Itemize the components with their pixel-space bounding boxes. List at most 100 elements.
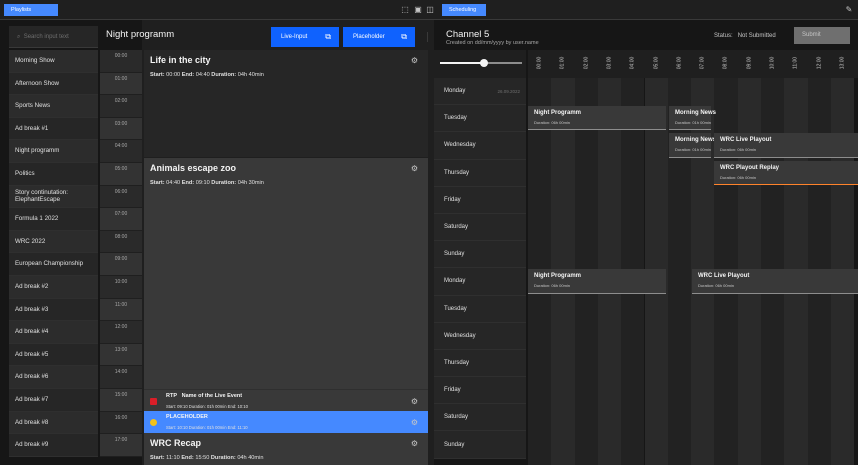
time-slot: 13:00	[100, 343, 142, 367]
playlist-item[interactable]: European Championship	[9, 253, 98, 276]
edit-icon[interactable]: ✎	[844, 5, 854, 15]
playlist-item[interactable]: Politics	[9, 162, 98, 186]
day-row[interactable]: Monday	[434, 268, 526, 296]
day-row[interactable]: Thursday	[434, 159, 526, 187]
day-name: Tuesday	[444, 115, 467, 122]
playlist-item[interactable]: Ad break #8	[9, 411, 98, 435]
schedule-block[interactable]: Morning News Duration: 01h 00min	[669, 133, 716, 158]
hour-label: 12:00	[816, 56, 823, 70]
playlist-item[interactable]: Night programm	[9, 140, 98, 163]
playlist-item[interactable]: Ad break #2	[9, 275, 98, 299]
playlist-item[interactable]: Ad break #7	[9, 388, 98, 412]
duration-label: Duration:	[211, 72, 237, 78]
timeline-times: 00:00 01:00 02:00 03:00 04:00 05:00 06:00 07:00…	[100, 50, 142, 457]
day-row[interactable]: Friday	[434, 186, 526, 214]
playlist-item[interactable]: Ad break #9	[9, 434, 98, 457]
playlist-item[interactable]: Ad break #6	[9, 366, 98, 389]
day-list: Monday 26.09.2022 Tuesday Wednesday Thursday…	[434, 78, 526, 459]
program-block[interactable]: Life in the city Start: 00:00 End: 04:40…	[144, 50, 428, 157]
hour-header: 00:00 01:00 02:00 03:00 04:00 05:00 06:00 07:00…	[528, 50, 858, 78]
day-name: Wednesday	[444, 332, 476, 339]
playlist-title: Night programm	[106, 29, 175, 40]
schedule-title: WRC Live Playout	[720, 137, 772, 144]
live-input-button[interactable]: Live-Input ⧉	[271, 27, 339, 47]
time-slot: 01:00	[100, 72, 142, 96]
time-slot: 11:00	[100, 298, 142, 322]
gear-icon[interactable]: ⚙	[411, 439, 418, 448]
day-row[interactable]: Wednesday	[434, 132, 526, 160]
program-block[interactable]: Animals escape zoo Start: 04:40 End: 09:…	[144, 158, 428, 389]
hour-label: 05:00	[653, 56, 660, 70]
time-slot: 06:00	[100, 185, 142, 209]
gear-icon[interactable]: ⚙	[411, 418, 418, 427]
live-tag: RTP	[166, 393, 177, 399]
time-slot: 16:00	[100, 411, 142, 435]
day-row[interactable]: Saturday	[434, 213, 526, 242]
playlist-item[interactable]: Afternoon Show	[9, 72, 98, 96]
playlist-item[interactable]: Ad break #5	[9, 343, 98, 367]
placeholder-event[interactable]: PLACEHOLDER Start: 10:10 Duration: 01h 0…	[144, 411, 428, 433]
schedule-duration: Duration: 06h 00min	[534, 283, 571, 289]
playlist-item[interactable]: Formula 1 2022	[9, 208, 98, 231]
scheduling-tab[interactable]: Scheduling	[442, 4, 486, 16]
playlist-item[interactable]: Ad break #1	[9, 117, 98, 141]
schedule-block[interactable]: WRC Live Playout Duration: 06h 00min	[714, 133, 858, 158]
schedule-block[interactable]: Night Programm Duration: 06h 00min	[528, 106, 666, 131]
channel-title: Channel 5	[446, 29, 490, 40]
day-row[interactable]: Sunday	[434, 431, 526, 459]
placeholder-event-info: Start: 10:10 Duration: 01h 00min End: 11…	[166, 425, 248, 430]
playlist-item[interactable]: WRC 2022	[9, 230, 98, 254]
program-block[interactable]: WRC Recap Start: 11:10 End: 15:50 Durati…	[144, 433, 428, 465]
schedule-duration: Duration: 06h 00min	[720, 174, 757, 180]
start-label: Start:	[150, 72, 165, 78]
day-row[interactable]: Sunday	[434, 241, 526, 269]
status-value: Not Submitted	[737, 33, 776, 39]
schedule-title: WRC Live Playout	[698, 273, 750, 280]
hour-label: 01:00	[559, 56, 566, 70]
day-row[interactable]: Tuesday	[434, 295, 526, 323]
live-event-title: RTP Name of the Live Event	[166, 393, 242, 399]
playlist-item[interactable]: Morning Show	[9, 50, 98, 73]
program-title: Animals escape zoo	[150, 163, 237, 173]
schedule-block[interactable]: WRC Playout Replay Duration: 06h 00min	[714, 160, 858, 185]
zoom-slider[interactable]	[440, 59, 522, 67]
playlist-item[interactable]: Ad break #4	[9, 321, 98, 344]
day-row[interactable]: Friday	[434, 377, 526, 405]
end-value: 04:40	[195, 72, 210, 78]
playlist-item[interactable]: Sports News	[9, 95, 98, 118]
day-name: Sunday	[444, 251, 465, 258]
day-name: Saturday	[444, 224, 469, 231]
hour-label: 09:00	[746, 56, 753, 70]
placeholder-button[interactable]: Placeholder ⧉	[343, 27, 415, 47]
playlist-item[interactable]: Ad break #3	[9, 298, 98, 322]
program-title: Life in the city	[150, 55, 211, 65]
day-row[interactable]: Wednesday	[434, 322, 526, 350]
schedule-block[interactable]: Morning News Duration: 01h 00min	[669, 106, 716, 131]
hour-label: 00:00	[536, 56, 543, 70]
expand-icon[interactable]: ⬚	[400, 5, 410, 15]
placeholder-dot	[150, 419, 157, 426]
schedule-duration: Duration: 06h 00min	[720, 147, 757, 153]
hour-label: 03:00	[606, 56, 613, 70]
search-input[interactable]: ⌕ Search input text	[9, 26, 98, 48]
schedule-block[interactable]: WRC Live Playout Duration: 06h 00min	[692, 269, 858, 294]
gear-icon[interactable]: ⚙	[411, 56, 418, 65]
hour-label: 13:00	[839, 56, 846, 70]
gear-icon[interactable]: ⚙	[411, 397, 418, 406]
zoom-slider-handle[interactable]	[480, 59, 488, 67]
day-row[interactable]: Thursday	[434, 349, 526, 378]
time-slot: 17:00	[100, 434, 142, 457]
day-row[interactable]: Saturday	[434, 404, 526, 432]
playlists-tab[interactable]: Playlists	[4, 4, 58, 16]
hour-label: 08:00	[723, 56, 730, 70]
live-event[interactable]: RTP Name of the Live Event Start: 09:10 …	[144, 389, 428, 411]
day-row[interactable]: Tuesday	[434, 105, 526, 133]
program-info: Start: 11:10 End: 15:50 Duration: 04h 40…	[150, 455, 263, 461]
gear-icon[interactable]: ⚙	[411, 164, 418, 173]
playlist-item[interactable]: Story continutation: ElephantEscape	[9, 185, 98, 209]
schedule-block[interactable]: Night Programm Duration: 06h 00min	[528, 269, 666, 294]
day-name: Monday	[444, 88, 466, 95]
save-icon[interactable]: ▣	[413, 5, 423, 15]
day-row[interactable]: Monday 26.09.2022	[434, 78, 526, 106]
submit-button[interactable]: Submit	[794, 27, 850, 44]
